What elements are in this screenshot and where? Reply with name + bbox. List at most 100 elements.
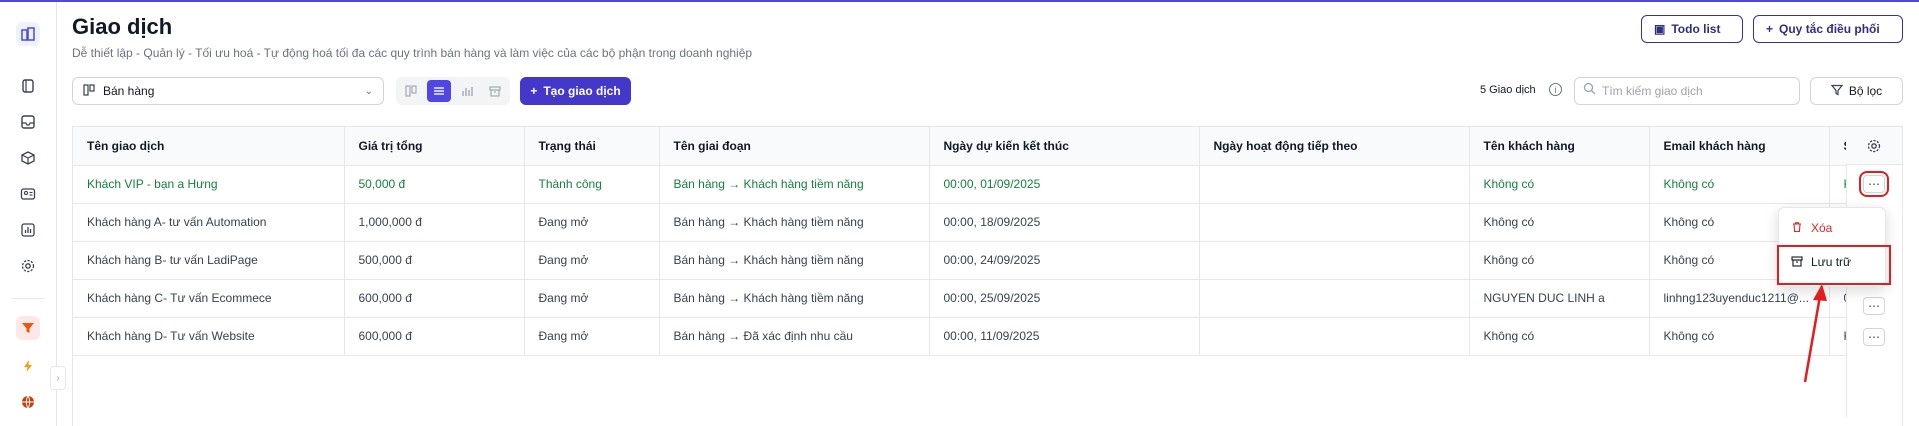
table-cell: Đang mở bbox=[524, 203, 660, 242]
table-cell: 00:00, 24/09/2025 bbox=[929, 241, 1200, 280]
filter-icon bbox=[1830, 84, 1844, 99]
filter-button[interactable]: Bộ lọc bbox=[1810, 77, 1903, 105]
table-cell: Khách hàng A- tư vấn Automation bbox=[73, 203, 345, 242]
chevron-down-icon: ⌄ bbox=[364, 85, 373, 97]
table-cell: 500,000 đ bbox=[344, 241, 525, 280]
table-cell: Đang mở bbox=[524, 317, 660, 356]
table-cell bbox=[1199, 317, 1470, 356]
table-cell: Đang mở bbox=[524, 279, 660, 318]
table-cell bbox=[1199, 241, 1470, 280]
table-cell: Bán hàng → Đã xác định nhu cầu bbox=[659, 317, 930, 356]
delete-label: Xóa bbox=[1811, 221, 1833, 235]
search-box bbox=[1574, 77, 1800, 105]
table-cell: 00:00, 01/09/2025 bbox=[929, 165, 1200, 204]
box-icon[interactable] bbox=[16, 146, 40, 170]
column-header[interactable]: Ngày dự kiến kết thúc bbox=[929, 127, 1200, 166]
pipeline-value: Bán hàng bbox=[103, 84, 155, 98]
table-cell: NGUYEN DUC LINH a bbox=[1469, 279, 1650, 318]
view-switcher bbox=[396, 77, 510, 105]
create-deal-label: Tạo giao dịch bbox=[543, 84, 621, 98]
table-cell: Bán hàng → Khách hàng tiềm năng bbox=[659, 241, 930, 280]
pipeline-select[interactable]: Bán hàng ⌄ bbox=[72, 77, 384, 105]
bolt-icon[interactable] bbox=[16, 354, 40, 378]
table-cell: Đang mở bbox=[524, 241, 660, 280]
inbox-icon[interactable] bbox=[16, 110, 40, 134]
archive-highlight-box bbox=[1777, 245, 1891, 285]
table-cell: Khách VIP - bạn a Hưng bbox=[73, 165, 345, 204]
table-row[interactable]: Khách hàng D- Tư vấn Website 600,000 đ Đ… bbox=[73, 317, 1902, 356]
filter-label: Bộ lọc bbox=[1848, 84, 1883, 98]
gear-icon[interactable] bbox=[16, 254, 40, 278]
funnel-icon[interactable] bbox=[16, 316, 40, 340]
todo-list-button[interactable]: ▣ Todo list bbox=[1641, 15, 1743, 43]
plus-icon: + bbox=[530, 84, 538, 98]
row-more-button[interactable]: ⋯ bbox=[1863, 328, 1885, 346]
bar-chart-view-icon[interactable] bbox=[455, 80, 479, 102]
column-header[interactable]: Tên khách hàng bbox=[1469, 127, 1650, 166]
table-cell: 600,000 đ bbox=[344, 317, 525, 356]
globe-icon[interactable] bbox=[16, 390, 40, 414]
column-header[interactable]: Ngày hoạt động tiếp theo bbox=[1199, 127, 1470, 166]
search-input[interactable] bbox=[1602, 84, 1782, 98]
chart-icon[interactable] bbox=[16, 218, 40, 242]
table-cell: Không có bbox=[1469, 203, 1650, 242]
row-more-button[interactable]: ⋯ bbox=[1863, 297, 1885, 315]
table-row[interactable]: Khách hàng B- tư vấn LadiPage 500,000 đ … bbox=[73, 241, 1902, 280]
kanban-view-icon[interactable] bbox=[399, 80, 423, 102]
plus-icon: + bbox=[1766, 22, 1774, 36]
routing-rules-label: Quy tắc điều phối bbox=[1779, 22, 1880, 36]
pipeline-icon bbox=[83, 83, 95, 99]
sidebar-divider bbox=[12, 298, 44, 299]
table-header-row: Tên giao dịch Giá trị tổng Trạng thái Tê… bbox=[73, 127, 1902, 166]
table-cell: Không có bbox=[1649, 165, 1830, 204]
todo-list-label: Todo list bbox=[1671, 22, 1721, 36]
column-header[interactable]: Email khách hàng bbox=[1649, 127, 1830, 166]
trash-icon bbox=[1791, 221, 1803, 236]
table-cell: Không có bbox=[1469, 241, 1650, 280]
table-cell: Bán hàng → Khách hàng tiềm năng bbox=[659, 203, 930, 242]
table-cell: Khách hàng C- Tư vấn Ecommece bbox=[73, 279, 345, 318]
table-cell: Không có bbox=[1649, 317, 1830, 356]
sidebar bbox=[0, 2, 57, 426]
table-cell: 600,000 đ bbox=[344, 279, 525, 318]
column-header[interactable]: Trạng thái bbox=[524, 127, 660, 166]
table-cell: 00:00, 11/09/2025 bbox=[929, 317, 1200, 356]
search-icon bbox=[1583, 82, 1596, 100]
page-subtitle: Dễ thiết lập - Quản lý - Tối ưu hoá - Tự… bbox=[72, 46, 753, 60]
column-header[interactable]: Tên giai đoạn bbox=[659, 127, 930, 166]
row-more-button[interactable]: ⋯ bbox=[1859, 171, 1889, 197]
archive-view-icon[interactable] bbox=[483, 80, 507, 102]
top-accent-line bbox=[0, 0, 1919, 2]
table-cell: Bán hàng → Khách hàng tiềm năng bbox=[659, 279, 930, 318]
table-row[interactable]: Khách VIP - bạn a Hưng 50,000 đ Thành cô… bbox=[73, 165, 1902, 204]
page-title: Giao dịch bbox=[72, 14, 173, 39]
contact-card-icon[interactable] bbox=[16, 182, 40, 206]
info-icon[interactable]: i bbox=[1549, 83, 1562, 96]
table-cell: Thành công bbox=[524, 165, 660, 204]
list-view-icon[interactable] bbox=[427, 80, 451, 102]
table-cell: 00:00, 18/09/2025 bbox=[929, 203, 1200, 242]
table-cell bbox=[1199, 165, 1470, 204]
column-settings-icon[interactable] bbox=[1846, 127, 1902, 165]
table-cell: Khách hàng B- tư vấn LadiPage bbox=[73, 241, 345, 280]
create-deal-button[interactable]: + Tạo giao dịch bbox=[520, 77, 631, 105]
routing-rules-button[interactable]: + Quy tắc điều phối bbox=[1753, 15, 1903, 43]
delete-menu-item[interactable]: Xóa bbox=[1791, 218, 1832, 238]
table-cell: Bán hàng → Khách hàng tiềm năng bbox=[659, 165, 930, 204]
table-cell: Không có bbox=[1469, 165, 1650, 204]
column-header[interactable]: Tên giao dịch bbox=[73, 127, 345, 166]
table-cell: 1,000,000 đ bbox=[344, 203, 525, 242]
table-row[interactable]: Khách hàng A- tư vấn Automation 1,000,00… bbox=[73, 203, 1902, 242]
table-cell: Không có bbox=[1469, 317, 1650, 356]
sidebar-collapse-button[interactable]: › bbox=[50, 366, 66, 390]
book-icon[interactable] bbox=[16, 74, 40, 98]
table-cell bbox=[1199, 203, 1470, 242]
todo-icon: ▣ bbox=[1654, 22, 1666, 36]
column-header[interactable]: Giá trị tổng bbox=[344, 127, 525, 166]
deals-table: Tên giao dịch Giá trị tổng Trạng thái Tê… bbox=[72, 126, 1903, 426]
table-row[interactable]: Khách hàng C- Tư vấn Ecommece 600,000 đ … bbox=[73, 279, 1902, 318]
table-cell: 50,000 đ bbox=[344, 165, 525, 204]
building-icon[interactable] bbox=[16, 22, 40, 46]
table-cell: 00:00, 25/09/2025 bbox=[929, 279, 1200, 318]
table-cell bbox=[1199, 279, 1470, 318]
